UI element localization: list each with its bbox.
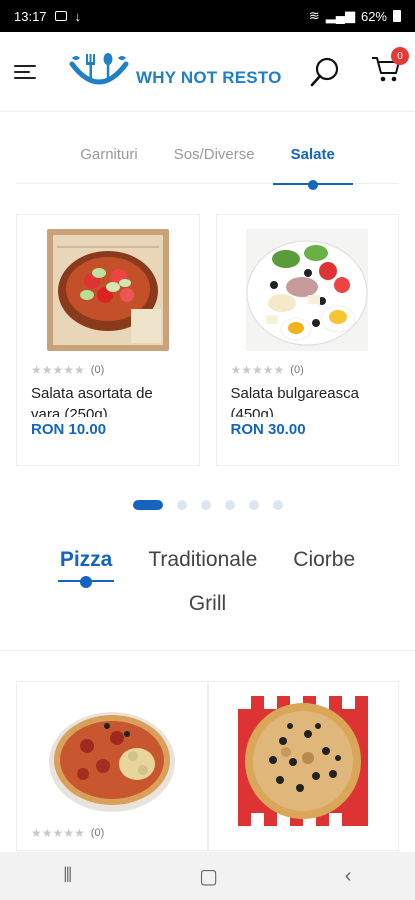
product-card[interactable]: ★★★★★ (0) — [16, 681, 208, 851]
product-name[interactable]: Salata bulgareasca (450g) — [231, 383, 385, 417]
home-icon[interactable]: ▢ — [199, 864, 218, 889]
product-image[interactable] — [47, 696, 177, 826]
review-count: (0) — [90, 827, 105, 839]
rating-stars: ★★★★★ (0) — [230, 363, 304, 377]
carousel-pagination — [0, 500, 415, 510]
product-price: RON 30.00 — [230, 421, 306, 438]
app-header: WHY NOT RESTO 0 — [0, 32, 415, 112]
rating-stars: ★★★★★ (0) — [31, 826, 105, 840]
category-tabs: Garnituri Sos/Diverse Salate — [16, 146, 399, 190]
pizza-product-list: ★★★★★ (0) — [0, 651, 415, 851]
status-bar: 13:17 ↓ ≋ ▂▄▆ 62% — [0, 0, 415, 32]
download-notification-icon: ↓ — [74, 8, 82, 24]
recent-apps-icon[interactable]: ⦀ — [63, 865, 72, 888]
carousel-dot[interactable] — [224, 500, 235, 510]
brand-name: WHY NOT RESTO — [136, 67, 282, 87]
back-icon[interactable]: ‹ — [345, 865, 352, 888]
hamburger-menu-icon[interactable] — [14, 64, 36, 79]
cart-button[interactable]: 0 — [371, 47, 409, 88]
cart-count-badge: 0 — [391, 47, 409, 65]
tab-salate[interactable]: Salate — [272, 146, 354, 190]
carousel-dot[interactable] — [132, 500, 163, 510]
gallery-notification-icon — [54, 11, 67, 21]
wifi-icon: ≋ — [308, 8, 320, 23]
review-count: (0) — [290, 364, 304, 376]
tab-ciorbe[interactable]: Ciorbe — [275, 548, 373, 592]
product-name[interactable]: Salata asortata de vara (250g) — [31, 383, 185, 417]
carousel-dot[interactable] — [200, 500, 211, 510]
signal-icon: ▂▄▆ — [325, 8, 355, 23]
product-image[interactable] — [46, 229, 169, 351]
tab-grill[interactable]: Grill — [171, 592, 244, 636]
salad-product-list: ★★★★★ (0) Salata asortata de vara (250g) … — [0, 184, 415, 466]
product-image[interactable] — [238, 696, 369, 826]
product-card[interactable] — [207, 681, 399, 851]
status-time: 13:17 — [14, 8, 47, 24]
carousel-dot[interactable] — [248, 500, 259, 510]
tab-traditionale[interactable]: Traditionale — [130, 548, 275, 592]
product-price: RON 10.00 — [31, 421, 107, 438]
product-image[interactable] — [246, 229, 369, 351]
tab-pizza[interactable]: Pizza — [42, 548, 131, 592]
tab-sos-diverse[interactable]: Sos/Diverse — [156, 146, 273, 184]
product-card[interactable]: ★★★★★ (0) Salata bulgareasca (450g) RON 3… — [215, 214, 399, 466]
tab-garnituri[interactable]: Garnituri — [62, 146, 156, 184]
battery-level: 62% — [360, 8, 387, 24]
restaurant-logo-icon — [69, 52, 129, 84]
product-card[interactable]: ★★★★★ (0) Salata asortata de vara (250g) … — [16, 214, 200, 466]
menu-tabs: Pizza Traditionale Ciorbe Grill — [0, 548, 415, 651]
brand-logo[interactable]: WHY NOT RESTO — [66, 50, 282, 94]
carousel-dot[interactable] — [176, 500, 187, 510]
search-icon[interactable] — [309, 56, 341, 88]
carousel-dot[interactable] — [272, 500, 283, 510]
rating-stars: ★★★★★ (0) — [31, 363, 105, 377]
review-count: (0) — [90, 364, 105, 376]
battery-icon — [393, 10, 401, 22]
system-navigation-bar: ⦀ ▢ ‹ — [0, 852, 415, 900]
